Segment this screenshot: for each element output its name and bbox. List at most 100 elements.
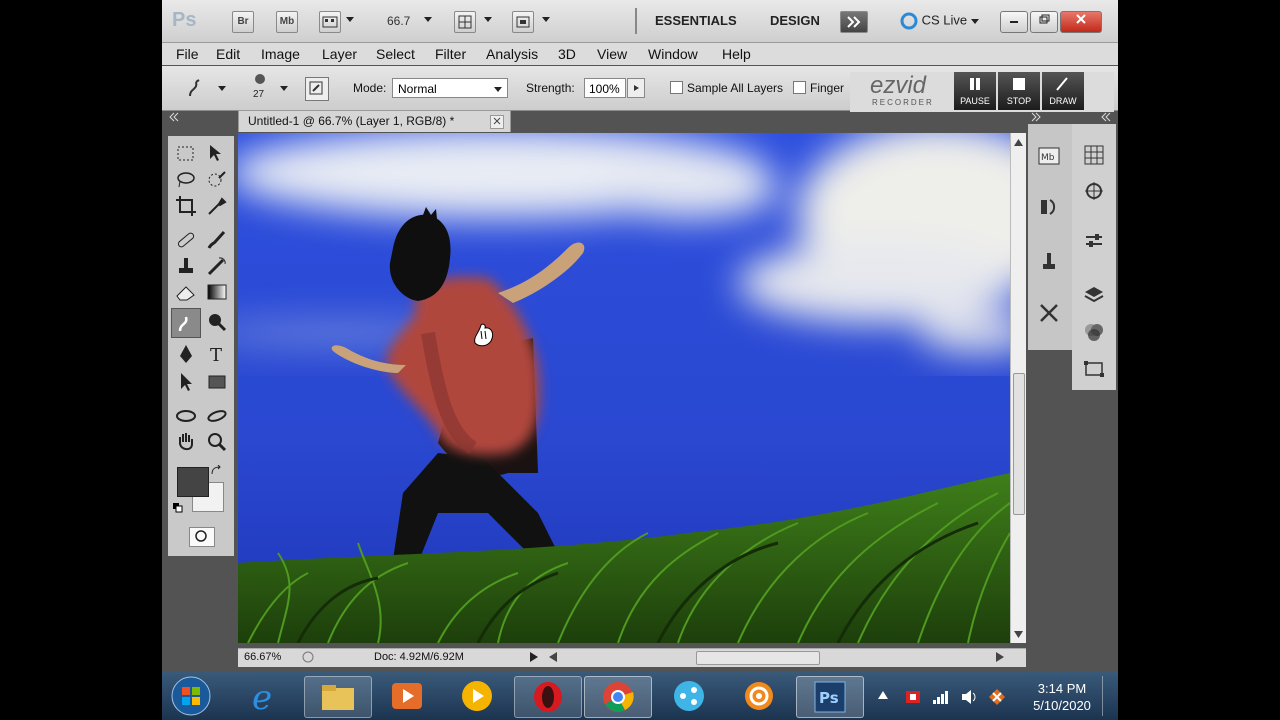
view-extras-button[interactable] xyxy=(319,11,341,33)
spot-healing-icon[interactable] xyxy=(174,228,198,252)
minibridge-panel-icon[interactable]: Mb xyxy=(1038,146,1060,166)
media-player-button[interactable] xyxy=(374,676,440,716)
screen-mode-button[interactable] xyxy=(512,11,534,33)
eraser-icon[interactable] xyxy=(174,280,198,304)
status-menu-arrow-icon[interactable] xyxy=(530,652,538,662)
shareit-button[interactable] xyxy=(656,676,722,716)
3d-orbit-icon[interactable] xyxy=(205,404,229,428)
adjustments-panel-icon[interactable] xyxy=(1083,230,1105,252)
volume-icon[interactable] xyxy=(960,688,978,706)
menu-3d[interactable]: 3D xyxy=(558,46,576,62)
strength-input[interactable]: 100% xyxy=(584,78,626,98)
settings-app-button[interactable] xyxy=(726,676,792,716)
foreground-color-swatch[interactable] xyxy=(177,467,209,497)
zoom-status[interactable]: 66.67% xyxy=(244,651,281,663)
cs-live-menu[interactable]: CS Live xyxy=(900,12,979,30)
workspace-design[interactable]: DESIGN xyxy=(770,13,820,28)
show-desktop-button[interactable] xyxy=(1102,676,1115,716)
crop-icon[interactable] xyxy=(174,194,198,218)
smudge-tool-preset[interactable] xyxy=(184,76,208,100)
zoom-icon[interactable] xyxy=(205,430,229,454)
menu-window[interactable]: Window xyxy=(648,46,698,62)
start-orb-icon[interactable] xyxy=(170,675,212,717)
scroll-right-icon[interactable] xyxy=(996,652,1004,662)
close-button[interactable] xyxy=(1060,11,1102,33)
zoom-level[interactable]: 66.7 xyxy=(387,14,410,28)
close-document-button[interactable] xyxy=(490,115,504,129)
pause-button[interactable]: PAUSE xyxy=(954,72,996,110)
type-icon[interactable]: T xyxy=(205,342,229,366)
show-hidden-icons-icon[interactable] xyxy=(878,691,888,699)
internet-explorer-icon[interactable]: e xyxy=(232,676,298,716)
menu-filter[interactable]: Filter xyxy=(435,46,466,62)
default-colors-icon[interactable] xyxy=(172,502,184,514)
lasso-icon[interactable] xyxy=(174,168,198,192)
marquee-icon[interactable] xyxy=(174,142,198,166)
sample-all-layers-checkbox[interactable] xyxy=(670,81,683,94)
strength-slider-button[interactable] xyxy=(627,78,645,98)
path-selection-icon[interactable] xyxy=(174,370,198,394)
move-icon[interactable] xyxy=(205,142,229,166)
workspace-essentials[interactable]: ESSENTIALS xyxy=(655,13,737,28)
menu-image[interactable]: Image xyxy=(261,46,300,62)
restore-button[interactable] xyxy=(1030,11,1058,33)
menu-help[interactable]: Help xyxy=(722,46,751,62)
chevron-down-icon[interactable] xyxy=(424,17,432,22)
brush-icon[interactable] xyxy=(205,228,229,252)
hand-icon[interactable] xyxy=(174,430,198,454)
document-canvas[interactable] xyxy=(238,133,1010,643)
collapse-panels-icon[interactable] xyxy=(1100,112,1112,122)
document-tab[interactable]: Untitled-1 @ 66.7% (Layer 1, RGB/8) * xyxy=(238,110,511,132)
menu-select[interactable]: Select xyxy=(376,46,415,62)
network-icon[interactable] xyxy=(932,688,950,706)
arrange-documents-button[interactable] xyxy=(454,11,476,33)
smudge-tool-active[interactable] xyxy=(171,308,201,338)
chevron-down-icon[interactable] xyxy=(280,86,288,91)
eyedropper-icon[interactable] xyxy=(205,194,229,218)
collapse-toolbar-icon[interactable] xyxy=(168,112,180,122)
minimize-button[interactable] xyxy=(1000,11,1028,33)
status-info-icon[interactable] xyxy=(302,651,314,663)
finger-painting-checkbox[interactable] xyxy=(793,81,806,94)
vertical-scrollbar[interactable] xyxy=(1010,133,1026,643)
channels-panel-icon[interactable] xyxy=(1083,320,1105,342)
chevron-down-icon[interactable] xyxy=(218,86,226,91)
tool-presets-panel-icon[interactable] xyxy=(1038,302,1060,324)
scroll-down-icon[interactable] xyxy=(1014,631,1023,638)
gradient-icon[interactable] xyxy=(205,280,229,304)
photoshop-taskbar-button[interactable]: Ps xyxy=(796,676,864,718)
chevron-down-icon[interactable] xyxy=(542,17,550,22)
menu-layer[interactable]: Layer xyxy=(322,46,357,62)
bridge-button[interactable]: Br xyxy=(232,11,254,33)
clone-source-panel-icon[interactable] xyxy=(1038,250,1060,272)
history-panel-icon[interactable] xyxy=(1038,196,1060,218)
styles-panel-icon[interactable] xyxy=(1083,180,1105,202)
clone-stamp-icon[interactable] xyxy=(174,254,198,278)
expand-panels-icon[interactable] xyxy=(1030,112,1042,122)
chevron-down-icon[interactable] xyxy=(484,17,492,22)
minibridge-button[interactable]: Mb xyxy=(276,11,298,33)
horizontal-scroll-thumb[interactable] xyxy=(696,651,820,665)
more-workspaces-button[interactable] xyxy=(840,11,868,33)
paths-panel-icon[interactable] xyxy=(1083,358,1105,380)
menu-view[interactable]: View xyxy=(597,46,627,62)
quick-mask-button[interactable] xyxy=(189,527,215,547)
color-panel-icon[interactable] xyxy=(1083,144,1105,166)
system-clock[interactable]: 3:14 PM 5/10/2020 xyxy=(1022,680,1102,714)
stop-button[interactable]: STOP xyxy=(998,72,1040,110)
action-center-icon[interactable] xyxy=(988,688,1006,706)
opera-button[interactable] xyxy=(514,676,582,718)
file-explorer-button[interactable] xyxy=(304,676,372,718)
quick-selection-icon[interactable] xyxy=(205,168,229,192)
3d-rotate-icon[interactable] xyxy=(174,404,198,428)
mode-select[interactable]: Normal xyxy=(392,78,508,98)
dodge-icon[interactable] xyxy=(205,310,229,334)
scroll-left-icon[interactable] xyxy=(549,652,557,662)
menu-edit[interactable]: Edit xyxy=(216,46,240,62)
kmplayer-button[interactable] xyxy=(444,676,510,716)
brush-picker[interactable]: 27 xyxy=(240,70,280,106)
brush-panel-toggle[interactable] xyxy=(305,77,329,101)
layers-panel-icon[interactable] xyxy=(1083,284,1105,306)
scroll-thumb[interactable] xyxy=(1013,373,1025,515)
antivirus-tray-icon[interactable] xyxy=(904,688,922,706)
